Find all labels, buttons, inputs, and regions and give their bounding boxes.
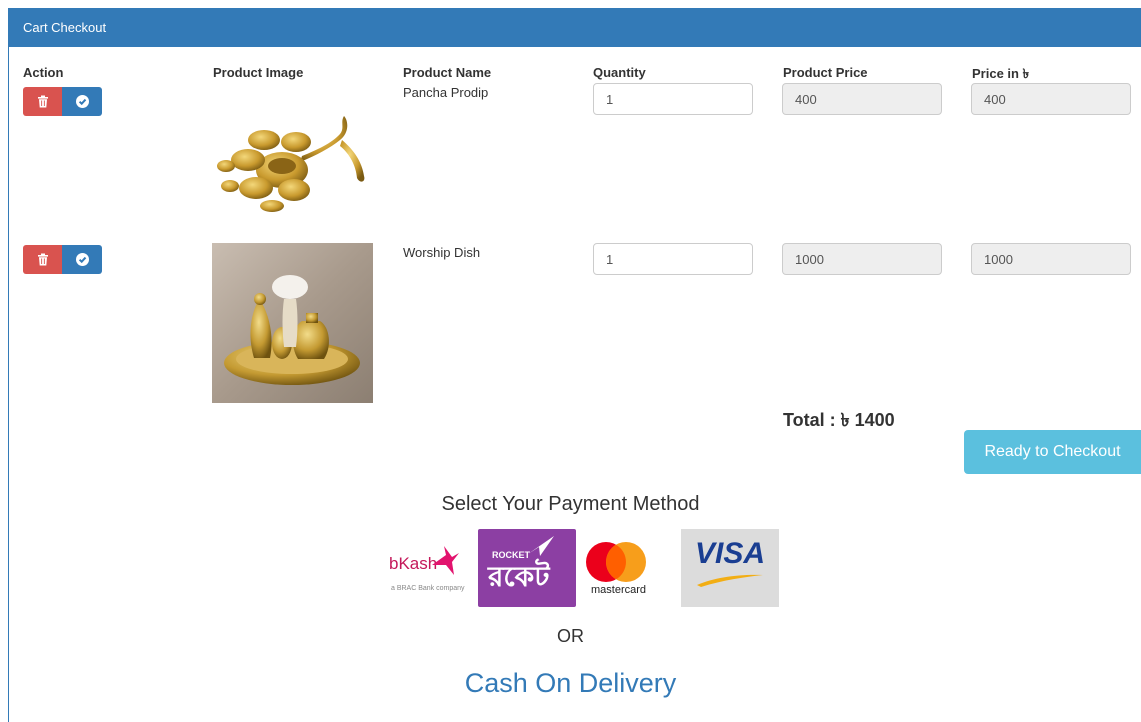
confirm-button[interactable]	[62, 245, 102, 274]
visa-label: VISA	[695, 537, 766, 570]
total-price-field: 400	[971, 83, 1131, 115]
product-name: Pancha Prodip	[403, 85, 489, 100]
bird-icon	[432, 546, 459, 575]
confirm-button[interactable]	[62, 87, 102, 116]
check-circle-icon	[75, 253, 89, 266]
rocket-label: ROCKET	[492, 550, 530, 560]
trash-icon	[37, 95, 48, 108]
quantity-input[interactable]: 1	[593, 83, 753, 115]
bkash-sub: a BRAC Bank company	[391, 585, 465, 592]
payment-method-title: Select Your Payment Method	[441, 493, 700, 515]
visa-logo[interactable]: VISA	[681, 529, 779, 607]
mastercard-circles-icon	[586, 542, 646, 582]
brass-dish-image	[212, 243, 373, 403]
cart-total: Total : ৳ 1400	[783, 410, 895, 430]
panel-frame	[8, 8, 1141, 722]
rocket-bangla-label: রকেট	[488, 561, 550, 592]
panel-header: Cart Checkout	[8, 8, 1141, 47]
total-price-field: 1000	[971, 243, 1131, 275]
delete-button[interactable]	[23, 87, 62, 116]
quantity-input[interactable]: 1	[593, 243, 753, 275]
cash-on-delivery-option[interactable]: Cash On Delivery	[0, 668, 1141, 699]
bkash-logo[interactable]: bKash a BRAC Bank company	[386, 533, 476, 603]
col-header-name: Product Name	[403, 65, 492, 80]
or-separator: OR	[557, 626, 584, 646]
panel-title: Cart Checkout	[23, 20, 107, 35]
col-header-action: Action	[23, 65, 64, 80]
ready-to-checkout-button[interactable]: Ready to Checkout	[964, 430, 1141, 474]
col-header-image: Product Image	[213, 65, 304, 80]
rocket-logo[interactable]: ROCKET রকেট	[478, 529, 576, 607]
rocket-icon	[528, 536, 554, 556]
mastercard-label: mastercard	[591, 584, 647, 596]
product-image	[212, 110, 374, 222]
row-action-group	[23, 245, 102, 274]
brass-lamp-image	[217, 116, 365, 212]
delete-button[interactable]	[23, 245, 62, 274]
row-action-group	[23, 87, 102, 116]
mastercard-logo[interactable]: mastercard	[580, 529, 676, 607]
check-circle-icon	[75, 95, 89, 108]
product-image	[212, 243, 373, 403]
trash-icon	[37, 253, 48, 266]
product-name: Worship Dish	[403, 245, 481, 260]
price-field: 400	[782, 83, 942, 115]
col-header-price: Product Price	[783, 65, 868, 80]
visa-swoosh-icon	[697, 574, 763, 587]
price-field: 1000	[782, 243, 942, 275]
col-header-quantity: Quantity	[593, 65, 646, 80]
